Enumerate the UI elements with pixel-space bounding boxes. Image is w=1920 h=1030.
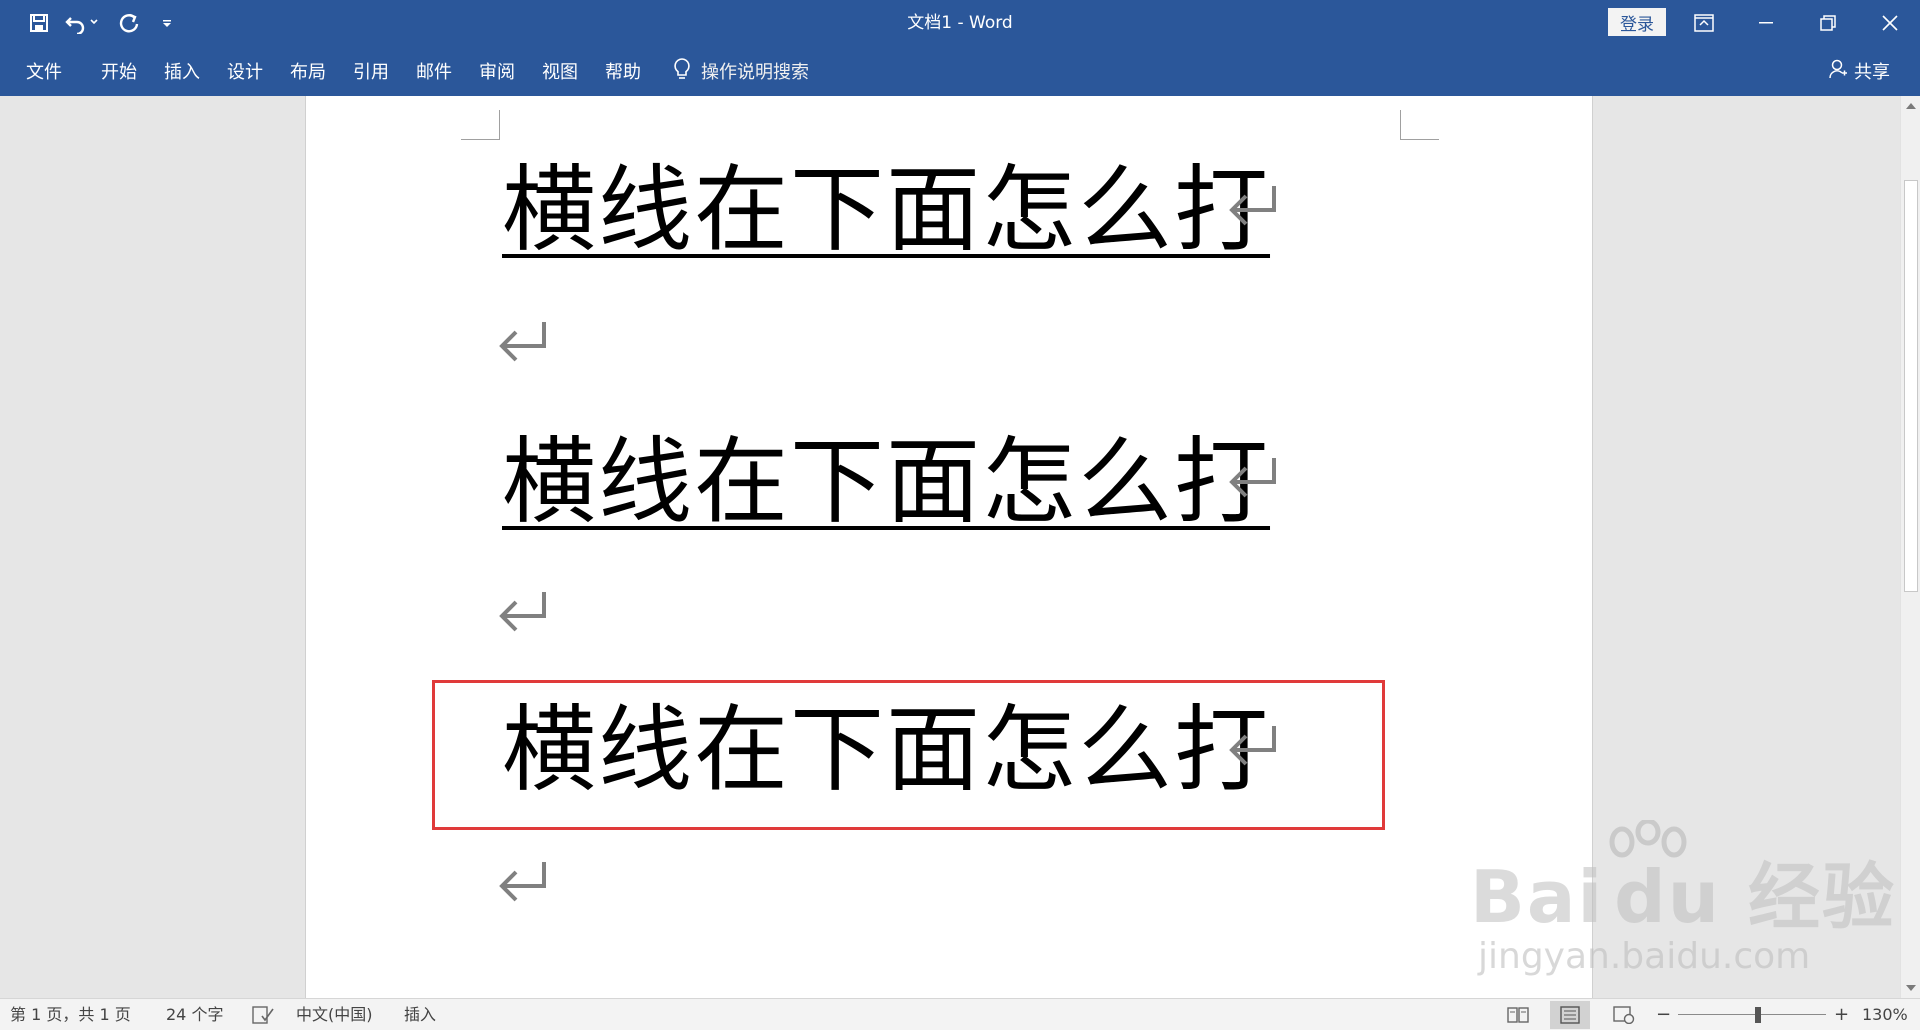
status-bar: 第 1 页，共 1 页 24 个字 中文(中国) 插入 − + 130%	[0, 998, 1920, 1030]
paragraph-mark-icon	[1229, 186, 1276, 226]
scroll-thumb[interactable]	[1904, 180, 1918, 592]
zoom-slider-thumb[interactable]	[1754, 1007, 1761, 1023]
crop-mark-right-vertical	[1400, 110, 1401, 140]
paragraph-3-text[interactable]: 横线在下面怎么打	[502, 436, 1270, 530]
zoom-slider[interactable]	[1678, 1014, 1826, 1015]
login-button[interactable]: 登录	[1608, 8, 1666, 36]
restore-icon[interactable]	[1800, 0, 1856, 46]
insert-mode[interactable]: 插入	[404, 999, 436, 1030]
redo-icon[interactable]	[114, 6, 144, 40]
zoom-out-icon[interactable]: −	[1656, 999, 1671, 1030]
title-bar: 文档1 - Word 登录	[0, 0, 1920, 46]
share-label: 共享	[1854, 62, 1890, 83]
tell-me-label: 操作说明搜索	[701, 62, 809, 83]
tab-view[interactable]: 视图	[542, 46, 578, 96]
undo-icon[interactable]	[64, 6, 100, 40]
crop-mark-left-vertical	[499, 110, 500, 140]
crop-mark-left-horizontal	[461, 139, 500, 140]
page-count[interactable]: 第 1 页，共 1 页	[10, 999, 131, 1030]
zoom-level[interactable]: 130%	[1862, 999, 1908, 1030]
word-window: 文档1 - Word 登录 文件 开始 插入 设计 布局 引用 邮件 审阅 视图…	[0, 0, 1920, 1030]
tell-me-search[interactable]: 操作说明搜索	[673, 46, 809, 96]
tab-layout[interactable]: 布局	[290, 46, 326, 96]
paragraph-5-text[interactable]: 横线在下面怎么打	[502, 704, 1270, 798]
read-mode-icon[interactable]	[1498, 1001, 1538, 1029]
web-layout-icon[interactable]	[1604, 1001, 1644, 1029]
paragraph-mark-icon	[1229, 458, 1276, 498]
ribbon-display-options-icon[interactable]	[1676, 0, 1732, 46]
paragraph-1-text[interactable]: 横线在下面怎么打	[502, 164, 1270, 258]
zoom-in-icon[interactable]: +	[1834, 999, 1849, 1030]
scroll-up-icon[interactable]	[1901, 96, 1920, 116]
person-icon	[1828, 59, 1848, 84]
tab-mailings[interactable]: 邮件	[416, 46, 452, 96]
language-indicator[interactable]: 中文(中国)	[296, 999, 373, 1030]
save-icon[interactable]	[24, 6, 54, 40]
paragraph-mark-icon	[1229, 726, 1276, 766]
tab-file[interactable]: 文件	[26, 46, 62, 96]
paragraph-mark-icon	[499, 862, 546, 902]
tab-insert[interactable]: 插入	[164, 46, 200, 96]
proofing-icon[interactable]	[252, 999, 274, 1030]
tab-design[interactable]: 设计	[227, 46, 263, 96]
crop-mark-right-horizontal	[1400, 139, 1439, 140]
tab-home[interactable]: 开始	[101, 46, 137, 96]
word-count[interactable]: 24 个字	[166, 999, 223, 1030]
close-icon[interactable]	[1862, 0, 1918, 46]
tab-review[interactable]: 审阅	[479, 46, 515, 96]
customize-qat-icon[interactable]	[158, 6, 176, 40]
share-button[interactable]: 共享	[1828, 46, 1890, 96]
paragraph-mark-icon	[499, 322, 546, 362]
scroll-down-icon[interactable]	[1901, 978, 1920, 998]
vertical-scrollbar[interactable]	[1900, 96, 1920, 998]
document-canvas: 横线在下面怎么打 横线在下面怎么打 横线在下面怎么打	[0, 96, 1900, 998]
minimize-icon[interactable]	[1738, 0, 1794, 46]
paragraph-mark-icon	[499, 592, 546, 632]
print-layout-icon[interactable]	[1550, 1001, 1590, 1029]
tab-references[interactable]: 引用	[353, 46, 389, 96]
tab-help[interactable]: 帮助	[605, 46, 641, 96]
ribbon-tabs: 文件 开始 插入 设计 布局 引用 邮件 审阅 视图 帮助 操作说明搜索 共享	[0, 46, 1920, 96]
lightbulb-icon	[673, 57, 691, 86]
